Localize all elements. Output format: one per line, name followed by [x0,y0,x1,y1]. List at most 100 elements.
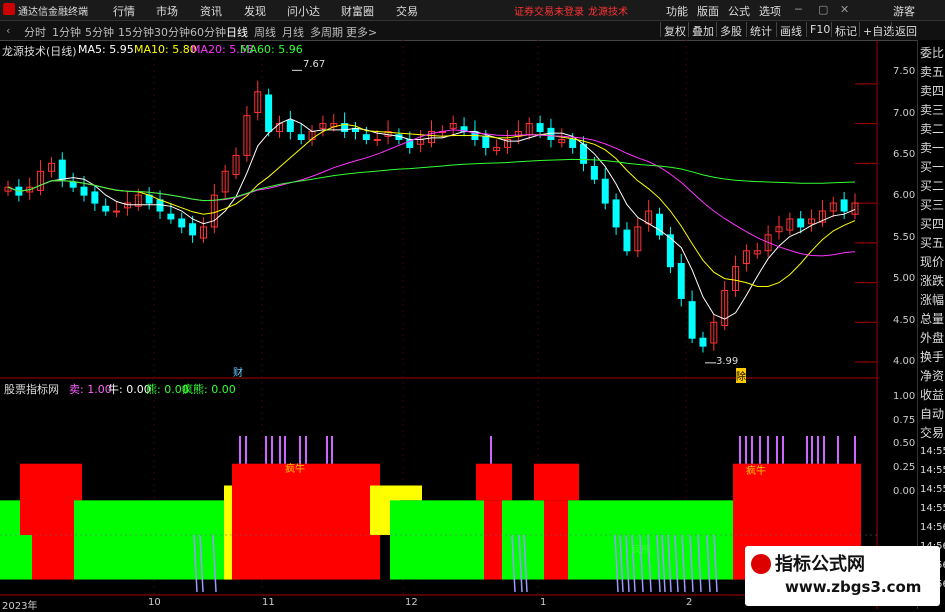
overlay-button[interactable]: 叠加 [688,22,717,38]
date-label: 10 [148,597,161,608]
indicator-zone [32,535,74,580]
exdiv-marker[interactable]: 除 [736,368,746,383]
close-icon[interactable]: ✕ [840,3,849,16]
ind-sell-value: 卖: 1.00 [69,383,112,396]
zone-label-crazybull-2: 疯牛 [746,466,766,477]
ma60-label: MA60: 5.96 [240,43,303,56]
menu-options[interactable]: 选项 [759,3,781,19]
candle [286,119,294,133]
menu-trade[interactable]: 交易 [396,3,418,19]
period-1min[interactable]: 1分钟 [52,24,81,40]
f10-button[interactable]: F10 [806,22,833,37]
low-price-label: 3.99 [716,356,739,367]
side-panel-item: 委比 [920,46,945,60]
side-panel-item: 买三 [920,198,945,212]
toolbar-arrow-icon[interactable]: ‹ [6,24,10,37]
period-tick[interactable]: 分时 [24,24,46,40]
menu-layout[interactable]: 版面 [697,3,719,19]
ind-bull-value: 牛: 0.00 [108,383,151,396]
price-tick: 5.50 [893,232,916,243]
multi-stock-button[interactable]: 多股 [716,22,745,38]
quote-side-panel: 委比 卖五 卖四 卖三 卖二 卖一 买一 买二 买三 买四 买五 现价 涨跌 涨幅 总量 外盘 换手 净资 收益 自动… [917,40,945,609]
side-panel-item: 收益 [920,388,945,402]
stats-button[interactable]: 统计 [746,22,775,38]
adjust-button[interactable]: 复权 [660,22,689,38]
ma-line [7,158,856,202]
candle [58,159,66,180]
ma5-label: MA5: 5.95 [78,43,134,56]
candle [547,127,555,140]
candle [265,94,273,133]
side-panel-item: 净资 [920,369,945,383]
side-panel-item: 卖一 [920,141,945,155]
price-tick: 6.00 [893,190,916,201]
side-panel-item: 自动 [920,407,945,421]
indicator-zone [232,463,380,580]
ind-tick: 0.50 [893,438,916,449]
indicator-zone [502,500,544,580]
stock-brand: 龙源技术 [588,7,628,18]
minimize-icon[interactable]: ─ [795,3,802,16]
ind-crazybear-value: 疯熊: 0.00 [182,383,236,396]
ma-line [7,129,856,257]
date-label: 1 [540,597,547,608]
period-monthly[interactable]: 月线 [282,24,304,40]
indicator-zone [544,500,568,580]
period-multi[interactable]: 多周期 [310,24,343,40]
price-tick: 7.00 [893,108,916,119]
menu-function[interactable]: 功能 [666,3,688,19]
back-button[interactable]: 返回 [891,22,920,38]
candle [297,134,305,140]
user-label[interactable]: 游客 [893,3,915,19]
menu-market[interactable]: 市场 [156,3,178,19]
date-label: 2023年 [2,601,38,612]
menu-discover[interactable]: 发现 [244,3,266,19]
side-panel-item: 卖四 [920,84,945,98]
side-panel-item: 14:56 [920,522,945,533]
period-15min[interactable]: 15分钟 [118,24,154,40]
side-panel-item: 换手 [920,350,945,364]
draw-button[interactable]: 画线 [776,22,805,38]
watermark: 指标公式网 www.zbgs3.com [745,546,940,606]
side-panel-item: 涨幅 [920,293,945,307]
date-label: 12 [405,597,418,608]
date-label: 2 [686,597,693,608]
menu-ask[interactable]: 问小达 [287,3,320,19]
candle [102,205,110,212]
candle [840,199,848,212]
side-panel-item: 交易 [920,426,945,440]
side-panel-item: 买二 [920,179,945,193]
period-more[interactable]: 更多> [346,24,377,40]
ind-tick: 1.00 [893,391,916,402]
period-30min[interactable]: 30分钟 [154,24,190,40]
period-daily[interactable]: 日线 [226,24,248,40]
candle [688,301,696,339]
menu-news[interactable]: 资讯 [200,3,222,19]
candle [536,123,544,133]
restore-icon[interactable]: ▢ [818,3,828,16]
indicator-zone [484,500,502,580]
menu-quotes[interactable]: 行情 [113,3,135,19]
ind-tick: 0.00 [893,486,916,497]
period-5min[interactable]: 5分钟 [85,24,114,40]
side-panel-item: 现价 [920,255,945,269]
period-60min[interactable]: 60分钟 [190,24,226,40]
menu-formula[interactable]: 公式 [728,3,750,19]
kline-chart[interactable] [0,40,878,609]
candle [677,262,685,299]
candle [69,181,77,188]
candle [623,229,631,252]
indicator-name[interactable]: 股票指标网 [4,381,59,397]
watermark-logo-icon [751,554,771,574]
period-weekly[interactable]: 周线 [254,24,276,40]
menu-wealth[interactable]: 财富圈 [341,3,374,19]
login-status[interactable]: 证券交易未登录 [514,3,584,18]
zone-label-crazybear: 疯熊 [631,545,651,556]
candle [189,223,197,236]
ma-line [7,118,856,320]
price-tick: 4.00 [893,356,916,367]
mark-button[interactable]: 标记 [831,22,860,38]
side-panel-item: 买四 [920,217,945,231]
finance-marker[interactable]: 财 [233,364,243,379]
chart-title: 龙源技术(日线) [2,45,77,58]
